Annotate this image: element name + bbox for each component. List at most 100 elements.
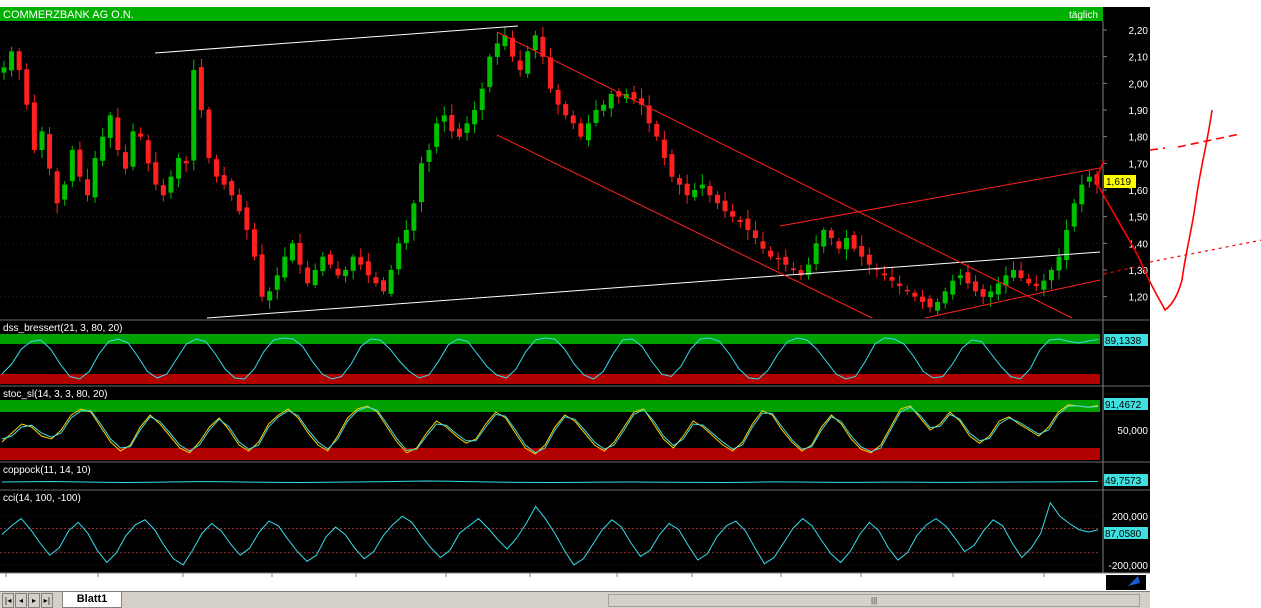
candle-body <box>206 109 212 158</box>
candle-body <box>297 243 303 265</box>
candle <box>92 150 98 203</box>
candle-body <box>183 160 189 164</box>
candle-body <box>1 67 7 73</box>
candle-body <box>950 280 956 295</box>
candle-body <box>897 283 903 286</box>
candle-body <box>563 104 569 116</box>
candle-body <box>494 43 500 57</box>
candle-body <box>100 136 106 161</box>
candle-body <box>707 185 713 196</box>
candle-body <box>464 123 470 133</box>
candle-body <box>699 184 705 189</box>
panel-background <box>0 462 1103 490</box>
candle-body <box>259 254 265 297</box>
candle-body <box>669 154 675 177</box>
candle-body <box>1018 270 1024 278</box>
candle-body <box>31 102 37 150</box>
candle-body <box>821 230 827 247</box>
candle <box>31 94 37 154</box>
last-value-label: 49,7573 <box>1105 476 1142 487</box>
candle-body <box>54 171 60 204</box>
candle-body <box>145 140 151 164</box>
candle-body <box>935 302 941 311</box>
price-tick-label: 2,10 <box>1129 53 1149 64</box>
panel-background <box>0 490 1103 573</box>
period-label: täglich <box>1069 10 1098 21</box>
candle-body <box>449 114 455 132</box>
candle-body <box>790 268 796 270</box>
candle-body <box>282 256 288 278</box>
candle-body <box>548 57 553 89</box>
candle-body <box>343 270 349 277</box>
candle-body <box>229 181 235 196</box>
candle-body <box>1064 230 1070 260</box>
scrollbar-grip-icon[interactable]: ||| <box>871 596 877 605</box>
candle-body <box>866 254 872 265</box>
candle-body <box>851 235 857 249</box>
candle-body <box>601 104 607 111</box>
candle-body <box>373 277 379 284</box>
x-tick-label: Aug <box>944 577 962 588</box>
sheet-tab-blatt1[interactable]: Blatt1 <box>62 592 122 608</box>
candle-body <box>191 70 197 161</box>
candle-body <box>456 128 462 137</box>
candle-body <box>84 179 90 196</box>
dss-panel: dss_bressert(21, 3, 80, 20) 89,1338 <box>0 319 1150 386</box>
x-tick-label: Okt <box>90 577 106 588</box>
panel-title: cci(14, 100, -100) <box>3 493 81 504</box>
x-tick-label: Mrz <box>522 577 539 588</box>
candle-body <box>912 292 918 297</box>
first-sheet-button[interactable]: |◂ <box>2 593 14 608</box>
candle-body <box>684 183 690 196</box>
candle-body <box>236 194 242 212</box>
candle-body <box>988 291 994 298</box>
last-sheet-button[interactable]: ▸| <box>41 593 53 608</box>
candle-body <box>24 69 30 105</box>
candle-body <box>62 184 68 200</box>
next-sheet-button[interactable]: ▸ <box>28 593 40 608</box>
x-tick-label: 11 <box>6 577 17 588</box>
candle-body <box>396 243 402 270</box>
candle-body <box>267 291 273 301</box>
last-price-label: 1,619 <box>1106 177 1131 188</box>
candle-body <box>677 178 683 185</box>
scroll-arrow-icon[interactable] <box>1106 575 1146 590</box>
prev-sheet-button[interactable]: ◂ <box>15 593 27 608</box>
candle-body <box>661 139 667 158</box>
candle-body <box>1026 278 1032 284</box>
candle-body <box>517 60 523 70</box>
candle-body <box>244 207 250 230</box>
last-value-marker: 91,4672 <box>1104 398 1148 411</box>
stoc-panel: 50,000 stoc_sl(14, 3, 3, 80, 20) 91,4672 <box>0 385 1150 462</box>
candle-body <box>965 272 971 284</box>
x-tick-label: Dez <box>263 577 281 588</box>
last-value-label: 89,1338 <box>1105 336 1142 347</box>
candle-body <box>47 134 53 169</box>
candle-body <box>472 110 478 125</box>
candle-body <box>889 276 895 281</box>
candle-body <box>608 94 614 109</box>
oversold-zone <box>0 448 1100 460</box>
candle-body <box>1011 270 1017 278</box>
candle <box>191 59 197 171</box>
candle-body <box>973 281 979 292</box>
candle-body <box>77 149 83 177</box>
candle-body <box>775 257 781 260</box>
candle-body <box>251 229 257 257</box>
x-tick-label: Jun <box>773 577 789 588</box>
candle-body <box>289 243 295 261</box>
candle <box>206 106 212 164</box>
candle-body <box>942 291 948 304</box>
candle-body <box>312 270 318 286</box>
last-value-marker: 89,1338 <box>1104 334 1148 347</box>
last-value-label: 91,4672 <box>1105 400 1142 411</box>
candle-body <box>418 163 424 203</box>
candle-body <box>335 268 341 276</box>
candle-body <box>714 194 720 204</box>
horizontal-scrollbar[interactable]: ||| <box>608 594 1140 607</box>
candle-body <box>388 270 394 294</box>
candle-body <box>1048 270 1054 281</box>
candle-body <box>168 176 174 193</box>
price-tick-label: 2,00 <box>1129 79 1149 90</box>
candle-body <box>138 133 144 137</box>
